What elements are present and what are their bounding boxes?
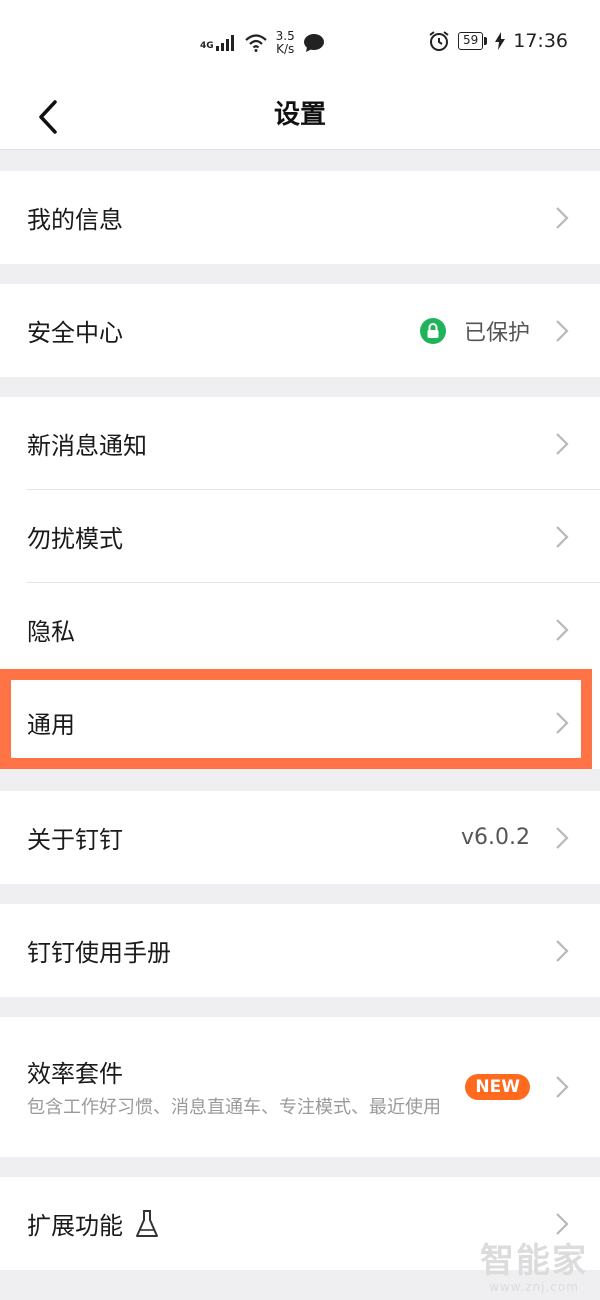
row-description: 包含工作好习惯、消息直通车、专注模式、最近使用 <box>27 1096 441 1118</box>
speed-unit: K/s <box>276 42 295 56</box>
settings-row-privacy[interactable]: 隐私 <box>0 583 600 676</box>
status-left: 4G 3.5 K/s <box>200 30 325 56</box>
group-manual: 钉钉使用手册 <box>0 904 600 997</box>
row-right <box>542 523 570 551</box>
row-right: 已保护 <box>419 315 570 347</box>
watermark-url: www.znj.com <box>489 1280 579 1294</box>
alarm-icon <box>429 31 449 51</box>
row-right: v6.0.2 <box>461 824 570 852</box>
watermark: 智能家 www.znj.com <box>480 1242 588 1294</box>
settings-row-security-center[interactable]: 安全中心 已保护 <box>0 284 600 377</box>
network-speed: 3.5 K/s <box>276 30 295 56</box>
charging-bolt-icon <box>495 32 506 50</box>
wifi-icon <box>244 34 267 52</box>
row-label: 关于钉钉 <box>27 826 123 854</box>
settings-row-new-message-notification[interactable]: 新消息通知 <box>0 397 600 490</box>
row-label: 通用 <box>27 711 75 739</box>
row-right <box>542 616 570 644</box>
row-right: NEW <box>465 1073 570 1101</box>
security-status: 已保护 <box>463 320 530 346</box>
row-label: 我的信息 <box>27 206 123 234</box>
flask-icon <box>136 1209 158 1237</box>
row-right <box>542 204 570 232</box>
chevron-right-icon <box>554 1073 570 1101</box>
settings-row-user-manual[interactable]: 钉钉使用手册 <box>0 904 600 997</box>
clock-time: 17:36 <box>513 30 568 52</box>
chevron-right-icon <box>554 824 570 852</box>
efficiency-text: 效率套件 包含工作好习惯、消息直通车、专注模式、最近使用 <box>27 1054 465 1121</box>
chevron-right-icon <box>554 317 570 345</box>
chevron-right-icon <box>554 709 570 737</box>
row-label: 安全中心 <box>27 319 123 347</box>
group-about: 关于钉钉 v6.0.2 <box>0 791 600 884</box>
row-right <box>542 709 570 737</box>
battery-level: 59 <box>457 32 484 50</box>
row-label: 扩展功能 <box>27 1212 123 1240</box>
status-right: 59 17:36 <box>428 30 568 52</box>
nav-bar: 设置 <box>0 88 600 150</box>
group-efficiency: 效率套件 包含工作好习惯、消息直通车、专注模式、最近使用 NEW <box>0 1017 600 1157</box>
status-bar: 4G 3.5 K/s 59 17:36 <box>0 0 600 88</box>
battery-tip <box>484 37 488 45</box>
row-right <box>542 430 570 458</box>
group-security: 安全中心 已保护 <box>0 284 600 377</box>
network-indicator: 4G <box>200 35 236 51</box>
network-type-label: 4G <box>200 41 214 51</box>
chevron-right-icon <box>554 937 570 965</box>
row-label: 勿扰模式 <box>27 525 123 553</box>
chevron-right-icon <box>554 430 570 458</box>
settings-row-do-not-disturb[interactable]: 勿扰模式 <box>0 490 600 583</box>
signal-icon <box>215 35 234 51</box>
row-label: 隐私 <box>27 618 75 646</box>
row-label-wrap: 扩展功能 <box>27 1206 542 1241</box>
settings-row-about-dingtalk[interactable]: 关于钉钉 v6.0.2 <box>0 791 600 884</box>
chevron-right-icon <box>554 1210 570 1238</box>
group-my-info: 我的信息 <box>0 171 600 264</box>
group-preferences: 新消息通知 勿扰模式 隐私 通用 <box>0 397 600 769</box>
settings-row-general[interactable]: 通用 <box>0 676 600 769</box>
lock-icon <box>419 317 446 344</box>
settings-row-efficiency-suite[interactable]: 效率套件 包含工作好习惯、消息直通车、专注模式、最近使用 NEW <box>0 1017 600 1157</box>
row-label: 钉钉使用手册 <box>27 939 171 967</box>
chevron-right-icon <box>554 204 570 232</box>
row-label: 新消息通知 <box>27 432 147 460</box>
chevron-right-icon <box>554 523 570 551</box>
chevron-right-icon <box>554 616 570 644</box>
app-version: v6.0.2 <box>461 825 530 850</box>
chat-bubble-icon <box>303 34 324 52</box>
row-right <box>542 937 570 965</box>
row-right <box>542 1210 570 1238</box>
battery-indicator: 59 <box>457 32 488 50</box>
settings-row-my-info[interactable]: 我的信息 <box>0 171 600 264</box>
new-badge: NEW <box>465 1074 530 1100</box>
watermark-brand: 智能家 <box>480 1241 588 1281</box>
page-title: 设置 <box>273 100 326 130</box>
row-label: 效率套件 <box>27 1059 123 1088</box>
